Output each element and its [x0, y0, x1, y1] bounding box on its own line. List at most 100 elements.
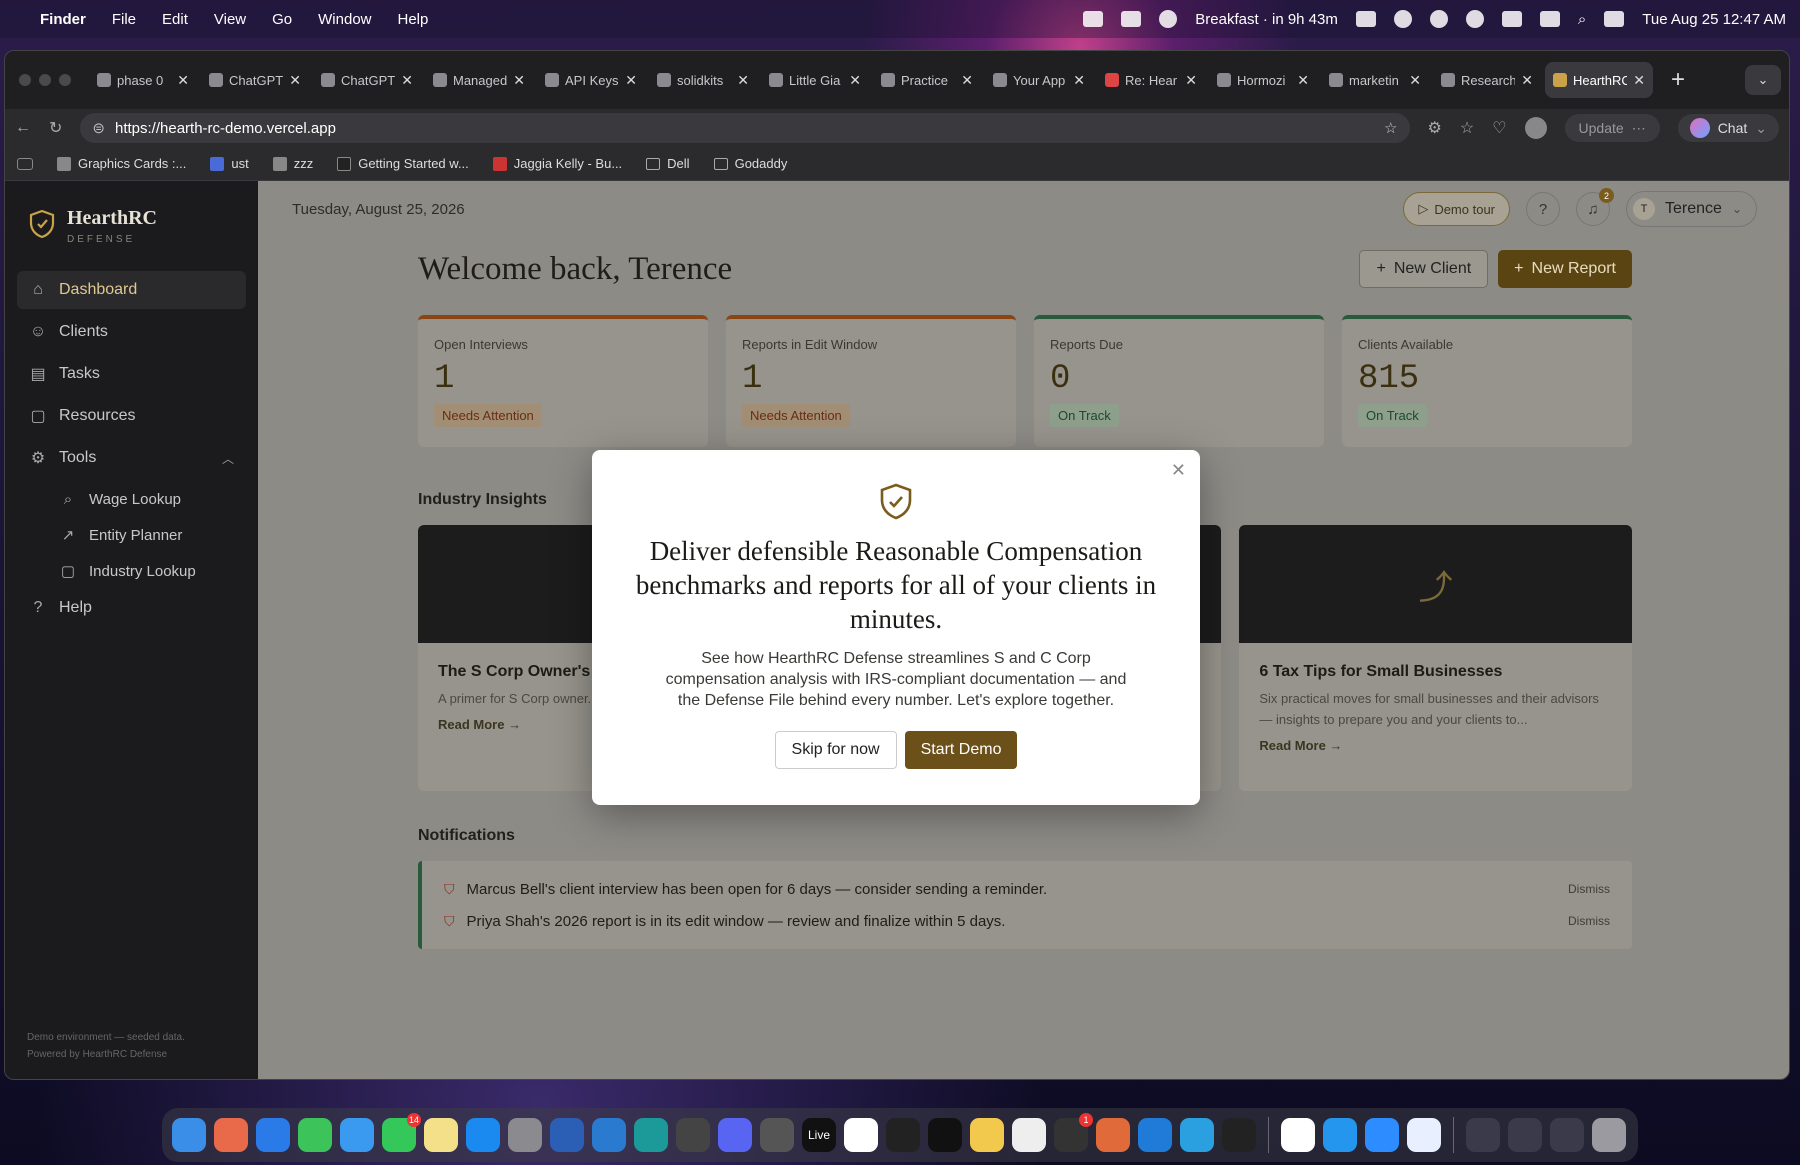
bookmark-item[interactable]: Jaggia Kelly - Bu...: [492, 156, 622, 171]
mail-icon[interactable]: [340, 1118, 374, 1152]
browser-tab[interactable]: Your App ✕: [985, 62, 1093, 98]
play-icon[interactable]: [1465, 10, 1484, 28]
status-app-icon[interactable]: [1083, 11, 1104, 27]
discord-icon[interactable]: [718, 1118, 752, 1152]
trash-icon[interactable]: [1592, 1118, 1626, 1152]
tab-close-icon[interactable]: ✕: [1297, 72, 1309, 89]
menu-go[interactable]: Go: [272, 11, 292, 28]
menubar-datetime[interactable]: Tue Aug 25 12:47 AM: [1642, 11, 1786, 28]
browser-tab[interactable]: ChatGPT ✕: [201, 62, 309, 98]
timer-icon[interactable]: [1159, 10, 1178, 28]
tab-close-icon[interactable]: ✕: [177, 72, 189, 89]
browser-tab[interactable]: Managed ✕: [425, 62, 533, 98]
browser-tab[interactable]: solidkits ✕: [649, 62, 757, 98]
davinci-icon[interactable]: [760, 1118, 794, 1152]
bookmark-folder[interactable]: Godaddy: [713, 156, 787, 171]
calendar-event[interactable]: Breakfast · in 9h 43m: [1195, 11, 1338, 28]
tab-list-chevron-icon[interactable]: ⌄: [1745, 65, 1781, 95]
minimize-window-button[interactable]: [39, 74, 51, 86]
chat-button[interactable]: Chat ⌄: [1677, 114, 1779, 142]
close-icon[interactable]: ✕: [1171, 460, 1186, 481]
stat-card-open-interviews[interactable]: Open Interviews 1 Needs Attention: [418, 315, 708, 447]
tab-close-icon[interactable]: ✕: [737, 72, 749, 89]
tab-close-icon[interactable]: ✕: [961, 72, 973, 89]
browser-tab[interactable]: Practice ✕: [873, 62, 981, 98]
close-window-button[interactable]: [19, 74, 31, 86]
tab-close-icon[interactable]: ✕: [1633, 72, 1645, 89]
tab-close-icon[interactable]: ✕: [1185, 72, 1197, 89]
notes-icon[interactable]: [424, 1118, 458, 1152]
sidebar-item-tools[interactable]: ⚙ Tools ︿: [17, 439, 246, 477]
sidebar-toggle-icon[interactable]: [17, 157, 33, 170]
bookmark-folder[interactable]: Dell: [646, 156, 690, 171]
tab-close-icon[interactable]: ✕: [1409, 72, 1421, 89]
privacy-app-icon[interactable]: [676, 1118, 710, 1152]
extensions-icon[interactable]: ⚙: [1428, 118, 1442, 138]
menu-help[interactable]: Help: [398, 11, 429, 28]
maximize-window-button[interactable]: [59, 74, 71, 86]
bookmark-item[interactable]: Getting Started w...: [337, 156, 469, 171]
zoom-icon[interactable]: [1365, 1118, 1399, 1152]
control-center-icon[interactable]: [1604, 11, 1625, 27]
sidebar-item-tasks[interactable]: ▤ Tasks: [17, 355, 246, 393]
user-menu[interactable]: T Terence ⌄: [1626, 191, 1757, 227]
insight-card[interactable]: ⤴ 6 Tax Tips for Small Businesses Six pr…: [1239, 525, 1633, 791]
battery-icon[interactable]: [1501, 11, 1522, 27]
help-button[interactable]: ?: [1526, 192, 1561, 226]
drive-icon[interactable]: [970, 1118, 1004, 1152]
stat-card-clients-available[interactable]: Clients Available 815 On Track: [1342, 315, 1632, 447]
new-tab-icon[interactable]: +: [1671, 66, 1685, 94]
menu-view[interactable]: View: [214, 11, 246, 28]
claude-icon[interactable]: [1096, 1118, 1130, 1152]
edge-icon[interactable]: [634, 1118, 668, 1152]
menu-app-name[interactable]: Finder: [40, 11, 86, 28]
sidebar-item-clients[interactable]: ☺ Clients: [17, 313, 246, 351]
wifi-icon[interactable]: [1539, 11, 1560, 27]
update-button[interactable]: Update ⋯: [1564, 114, 1660, 142]
tab-close-icon[interactable]: ✕: [513, 72, 525, 89]
browser-tab[interactable]: Re: Hear ✕: [1097, 62, 1205, 98]
menu-edit[interactable]: Edit: [162, 11, 188, 28]
tab-close-icon[interactable]: ✕: [1521, 72, 1533, 89]
onedrive-icon[interactable]: [592, 1118, 626, 1152]
bookmark-star-icon[interactable]: ☆: [1384, 119, 1397, 137]
screen-share-icon[interactable]: [1355, 11, 1376, 27]
docker-icon[interactable]: [1323, 1118, 1357, 1152]
minimized-window-icon[interactable]: [1508, 1118, 1542, 1152]
tab-close-icon[interactable]: ✕: [625, 72, 637, 89]
browser-tab[interactable]: Hormozi ✕: [1209, 62, 1317, 98]
url-field[interactable]: ⊜ https://hearth-rc-demo.vercel.app ☆: [80, 113, 1410, 143]
minimized-window-icon[interactable]: [1466, 1118, 1500, 1152]
facetime-icon[interactable]: 14: [382, 1113, 421, 1152]
preview-icon[interactable]: [1407, 1118, 1441, 1152]
sidebar-item-industry-lookup[interactable]: ▢ Industry Lookup: [17, 553, 246, 589]
favorites-icon[interactable]: ☆: [1460, 118, 1474, 138]
tab-close-icon[interactable]: ✕: [401, 72, 413, 89]
new-report-button[interactable]: + New Report: [1498, 250, 1632, 288]
notification-app-icon[interactable]: [1393, 10, 1412, 28]
cloud-icon[interactable]: [1121, 11, 1142, 27]
tab-close-icon[interactable]: ✕: [849, 72, 861, 89]
textedit-icon[interactable]: [1012, 1118, 1046, 1152]
profile-avatar-icon[interactable]: [1524, 117, 1547, 139]
reload-icon[interactable]: ↻: [49, 118, 62, 138]
browser-tab[interactable]: marketin ✕: [1321, 62, 1429, 98]
browser-tab-active[interactable]: HearthRC ✕: [1545, 62, 1653, 98]
vscode-icon[interactable]: [1138, 1118, 1172, 1152]
cube-app-icon[interactable]: [1222, 1118, 1256, 1152]
live-app-icon[interactable]: Live: [802, 1118, 836, 1152]
spotlight-search-icon[interactable]: ⌕: [1578, 11, 1586, 28]
sidebar-item-help[interactable]: ? Help: [17, 589, 246, 627]
safari-icon[interactable]: [256, 1118, 290, 1152]
terminal-icon[interactable]: [928, 1118, 962, 1152]
activity-monitor-icon[interactable]: [886, 1118, 920, 1152]
start-demo-button[interactable]: Start Demo: [904, 731, 1018, 769]
system-settings-icon[interactable]: [508, 1118, 542, 1152]
sidebar-item-dashboard[interactable]: ⌂ Dashboard: [17, 271, 246, 309]
messages-icon[interactable]: [298, 1118, 332, 1152]
stat-card-reports-due[interactable]: Reports Due 0 On Track: [1034, 315, 1324, 447]
menu-file[interactable]: File: [112, 11, 136, 28]
brand[interactable]: HearthRC DEFENSE: [5, 181, 258, 245]
minimized-window-icon[interactable]: [1550, 1118, 1584, 1152]
menu-window[interactable]: Window: [318, 11, 371, 28]
